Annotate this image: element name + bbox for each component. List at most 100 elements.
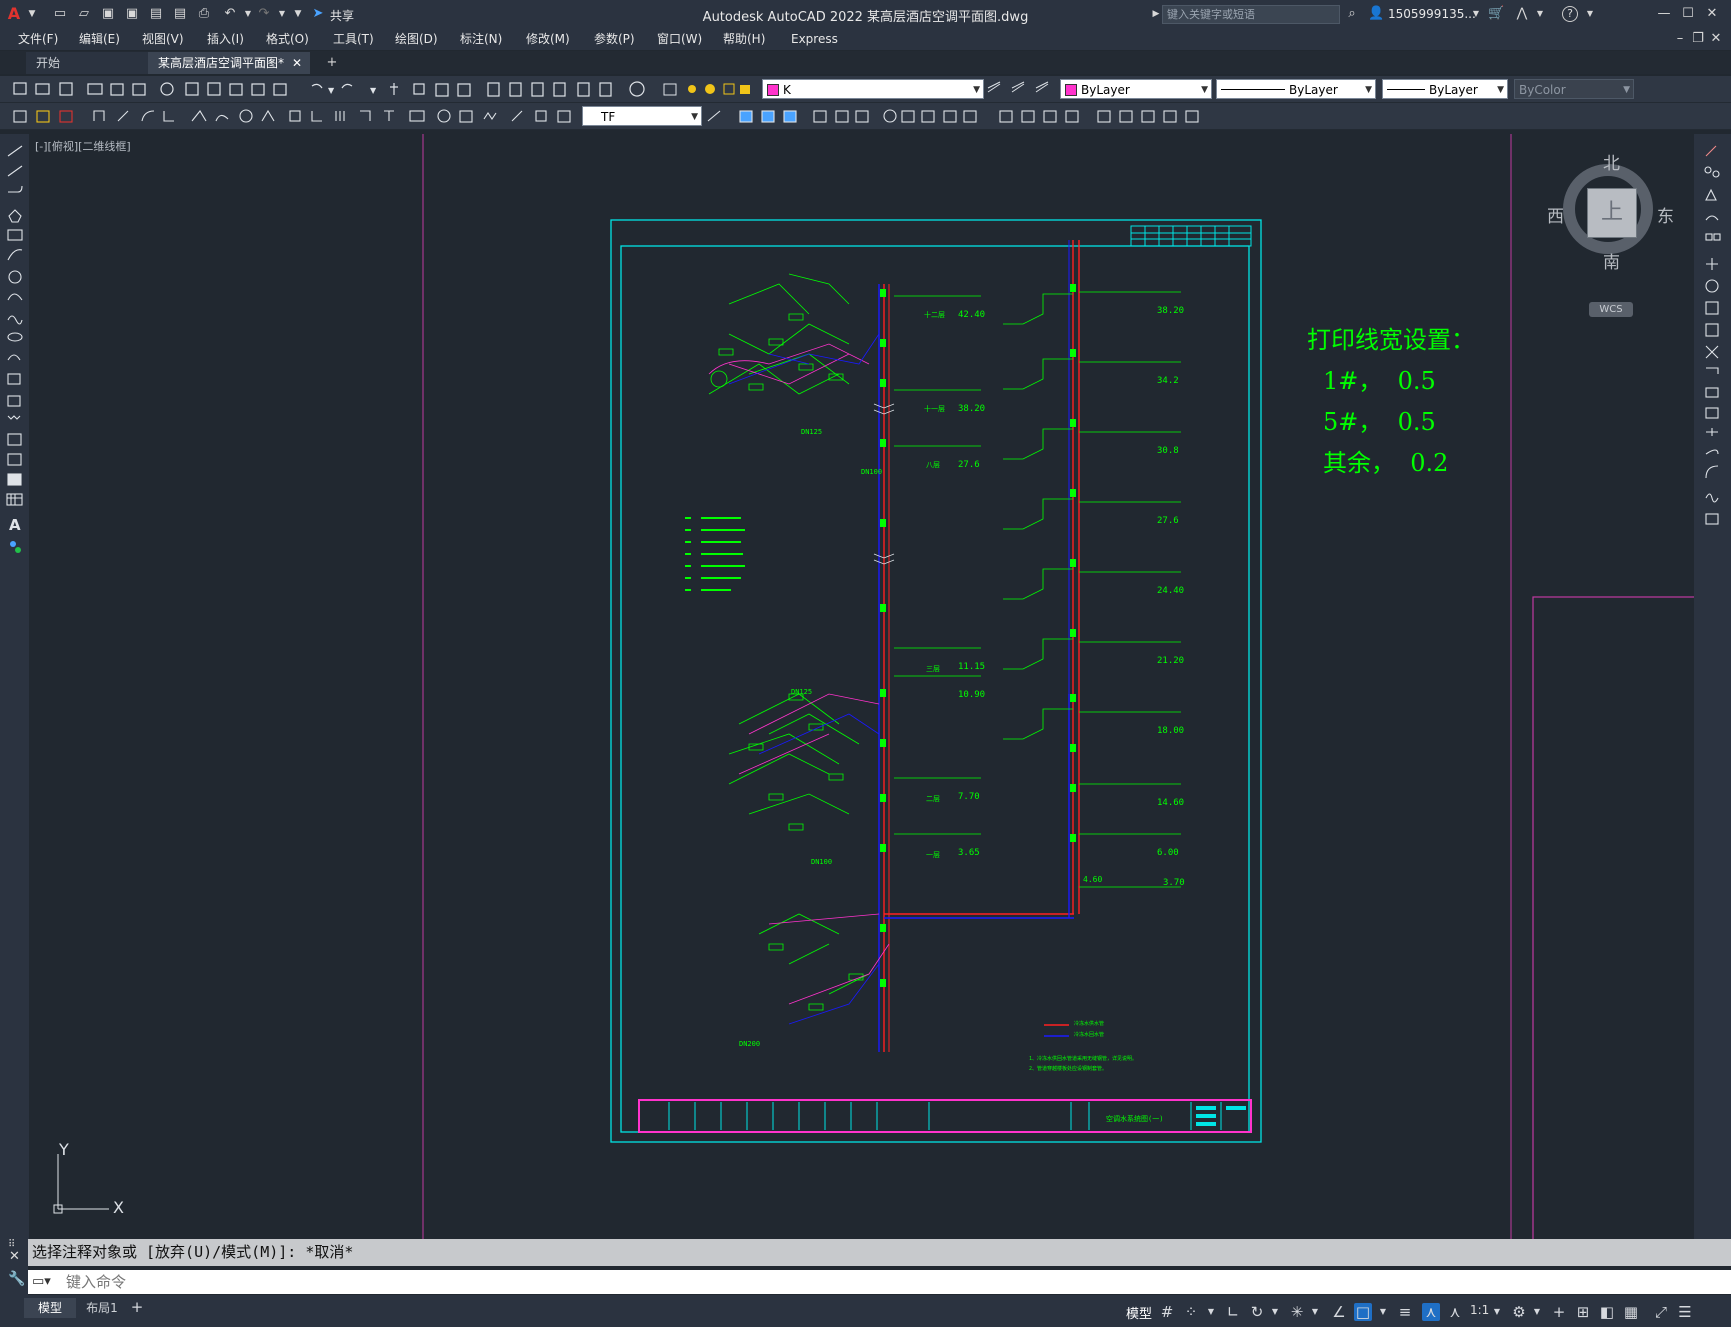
plotstyle-dropdown[interactable]: ByColor ▼	[1514, 79, 1634, 99]
help-dropdown-icon[interactable]: ▼	[1582, 6, 1598, 22]
command-prompt-icon[interactable]: ▭▾	[32, 1270, 51, 1294]
undo-icon[interactable]: ↶	[222, 6, 238, 22]
dimension-tools-icons[interactable]	[0, 103, 580, 129]
tab-drawing[interactable]: 某高层酒店空调平面图* ✕	[148, 52, 310, 74]
search-input[interactable]: 键入关键字或短语	[1162, 5, 1340, 24]
modify-palette-icons[interactable]	[1694, 134, 1731, 534]
wcs-menu[interactable]: WCS	[1589, 302, 1633, 317]
save-icon[interactable]: ▣	[100, 6, 116, 22]
annotation-scale-dropdown-icon[interactable]: ▼	[1488, 1303, 1506, 1321]
isodraft-icon[interactable]: ✳	[1288, 1303, 1306, 1321]
layer-state-icons[interactable]	[660, 76, 760, 102]
hardware-acceleration-icon[interactable]: ▦	[1622, 1303, 1640, 1321]
viewcube-north[interactable]: 北	[1603, 149, 1620, 174]
drawing-canvas[interactable]: [-][俯视][二维线框] 空调水系统图(一) 42.40 38.20 27.6…	[29, 134, 1694, 1239]
auto-scale-icon[interactable]: ⋏	[1446, 1303, 1464, 1321]
redo-dropdown-icon[interactable]: ▼	[274, 6, 290, 22]
isolate-objects-icon[interactable]: ◧	[1598, 1303, 1616, 1321]
autocad-logo-icon[interactable]: A	[6, 6, 22, 22]
standard-toolbar-icons[interactable]: ▼ ▼	[0, 76, 650, 102]
plot-icon[interactable]: ⎙	[196, 6, 212, 22]
linetype-dropdown[interactable]: ByLayer ▼	[1216, 79, 1376, 99]
save-web-icon[interactable]: ▤	[172, 6, 188, 22]
user-name[interactable]: 1505999135...	[1388, 7, 1476, 21]
lineweight-icon[interactable]: ≡	[1396, 1303, 1414, 1321]
command-input[interactable]: ▭▾ 键入命令	[28, 1270, 1731, 1294]
lineweight-dropdown[interactable]: ByLayer ▼	[1382, 79, 1508, 99]
menu-dimension[interactable]: 标注(N)	[460, 30, 502, 48]
open-file-icon[interactable]: ▱	[76, 6, 92, 22]
model-space-button[interactable]: 模型	[1126, 1303, 1152, 1322]
menu-window[interactable]: 窗口(W)	[657, 30, 702, 48]
command-close-icon[interactable]: ✕	[9, 1249, 20, 1264]
annotation-visibility-icon[interactable]: ⋏	[1422, 1303, 1440, 1321]
workspace-gear-icon[interactable]: ⚙	[1510, 1303, 1528, 1321]
autodesk-a360-icon[interactable]: ⋀	[1514, 6, 1530, 22]
units-icon[interactable]: ⊞	[1574, 1303, 1592, 1321]
doc-minimize-icon[interactable]: –	[1672, 31, 1688, 47]
menu-insert[interactable]: 插入(I)	[207, 30, 244, 48]
tab-model[interactable]: 模型	[24, 1298, 76, 1318]
menu-format[interactable]: 格式(O)	[266, 30, 309, 48]
menu-help[interactable]: 帮助(H)	[723, 30, 765, 48]
grid-icon[interactable]: #	[1158, 1303, 1176, 1321]
user-dropdown-icon[interactable]: ▼	[1468, 6, 1484, 22]
layer-tools-icons[interactable]	[984, 76, 1060, 102]
snap-icon[interactable]: ⁘	[1182, 1303, 1200, 1321]
tab-start[interactable]: 开始	[26, 52, 148, 74]
minimize-icon[interactable]: —	[1656, 6, 1672, 22]
customize-qat-icon[interactable]: ▼	[290, 6, 306, 22]
wrench-icon[interactable]: 🔧	[8, 1271, 25, 1287]
search-icon[interactable]: ⌕	[1344, 6, 1360, 22]
object-snap-dropdown-icon[interactable]: ▼	[1374, 1303, 1392, 1321]
isodraft-dropdown-icon[interactable]: ▼	[1306, 1303, 1324, 1321]
redo-icon[interactable]: ↷	[256, 6, 272, 22]
polar-icon[interactable]: ↻	[1248, 1303, 1266, 1321]
new-file-icon[interactable]: ▭	[52, 6, 68, 22]
polar-dropdown-icon[interactable]: ▼	[1266, 1303, 1284, 1321]
help-icon[interactable]: ?	[1562, 6, 1578, 22]
viewcube[interactable]: 上 北 南 东 西	[1547, 154, 1674, 273]
menu-parametric[interactable]: 参数(P)	[594, 30, 635, 48]
open-web-icon[interactable]: ▤	[148, 6, 164, 22]
text-style-dropdown[interactable]: TF ▼	[582, 106, 702, 126]
annotation-monitor-icon[interactable]: +	[1550, 1303, 1568, 1321]
maximize-icon[interactable]: ☐	[1680, 6, 1696, 22]
new-tab-icon[interactable]: +	[324, 55, 340, 71]
share-icon[interactable]: ➤	[310, 6, 326, 22]
viewcube-south[interactable]: 南	[1603, 248, 1620, 273]
add-layout-icon[interactable]: +	[128, 1298, 146, 1316]
annotation-scale[interactable]: 1:1	[1470, 1303, 1489, 1317]
tab-layout1[interactable]: 布局1	[76, 1298, 128, 1318]
modify-tools-icons[interactable]	[704, 103, 1224, 129]
customize-status-icon[interactable]: ☰	[1676, 1303, 1694, 1321]
object-snap-tracking-icon[interactable]: ∠	[1330, 1303, 1348, 1321]
doc-close-icon[interactable]: ✕	[1708, 31, 1724, 47]
menu-modify[interactable]: 修改(M)	[526, 30, 570, 48]
save-as-icon[interactable]: ▣	[124, 6, 140, 22]
menu-edit[interactable]: 编辑(E)	[79, 30, 120, 48]
viewcube-west[interactable]: 西	[1547, 202, 1564, 227]
menu-draw[interactable]: 绘图(D)	[395, 30, 438, 48]
layer-dropdown[interactable]: K ▼	[762, 79, 984, 99]
tab-close-icon[interactable]: ✕	[292, 52, 302, 74]
clean-screen-icon[interactable]: ⤢	[1652, 1303, 1670, 1321]
viewcube-east[interactable]: 东	[1657, 202, 1674, 227]
close-icon[interactable]: ✕	[1704, 6, 1720, 22]
object-snap-icon[interactable]: □	[1354, 1303, 1372, 1321]
menu-view[interactable]: 视图(V)	[142, 30, 184, 48]
workspace-dropdown-icon[interactable]: ▼	[1528, 1303, 1546, 1321]
user-icon[interactable]: 👤	[1368, 6, 1384, 22]
share-label[interactable]: 共享	[330, 7, 354, 24]
a360-dropdown-icon[interactable]: ▼	[1532, 6, 1548, 22]
ortho-icon[interactable]: ∟	[1224, 1303, 1242, 1321]
doc-restore-icon[interactable]: ❐	[1690, 31, 1706, 47]
app-menu-chevron-icon[interactable]: ▼	[24, 6, 40, 22]
menu-file[interactable]: 文件(F)	[18, 30, 58, 48]
undo-dropdown-icon[interactable]: ▼	[240, 6, 256, 22]
cart-icon[interactable]: 🛒	[1488, 6, 1504, 22]
menu-tools[interactable]: 工具(T)	[333, 30, 374, 48]
snap-dropdown-icon[interactable]: ▼	[1202, 1303, 1220, 1321]
draw-palette-icons[interactable]: A	[0, 134, 29, 594]
menu-express[interactable]: Express	[791, 30, 838, 48]
